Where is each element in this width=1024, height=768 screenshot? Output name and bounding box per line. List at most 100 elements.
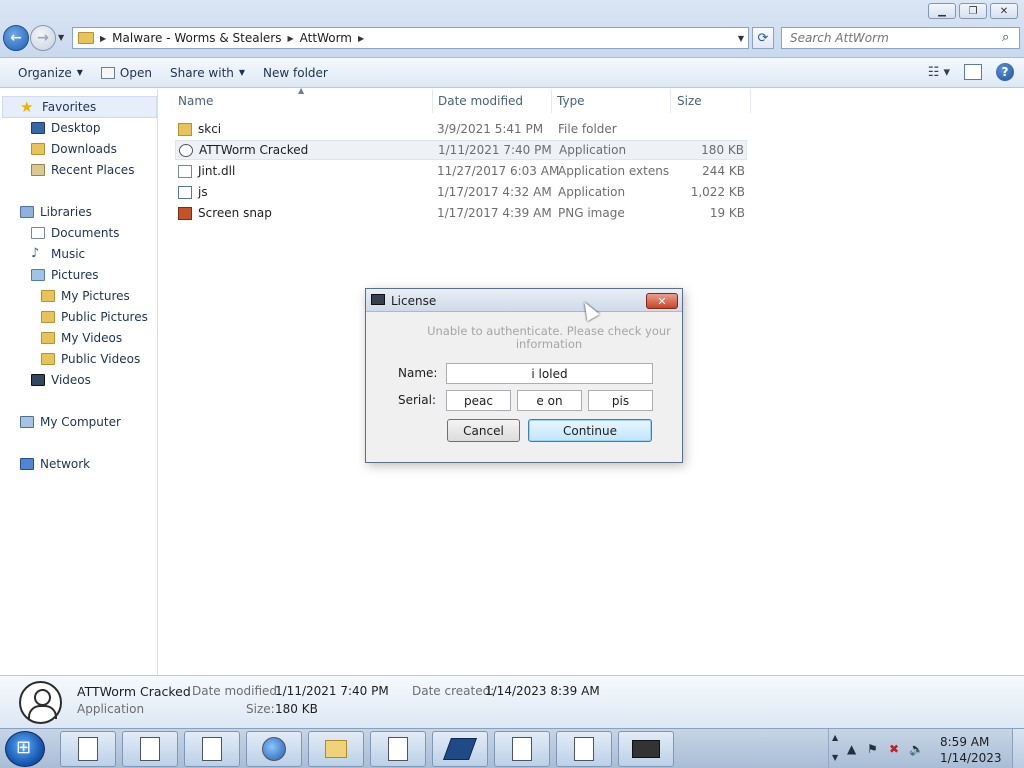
nav-desktop[interactable]: Desktop — [31, 118, 101, 138]
name-label: Name: — [398, 366, 438, 380]
png-icon — [178, 206, 192, 220]
taskbar-app-2[interactable] — [122, 731, 178, 767]
new-folder-button[interactable]: New folder — [263, 66, 328, 80]
show-desktop-button[interactable] — [1012, 729, 1024, 768]
file-date: 1/11/2021 7:40 PM — [438, 143, 552, 157]
breadcrumb-arrow-icon[interactable]: ▶ — [358, 34, 364, 43]
search-icon[interactable]: ⌕ — [1002, 30, 1009, 45]
file-row-screen-snap[interactable]: Screen snap 1/17/2017 4:39 AM PNG image … — [175, 203, 747, 223]
close-button[interactable]: ✕ — [990, 3, 1018, 19]
column-type-label: Type — [557, 94, 585, 108]
dialog-title-bar[interactable]: License ✕ — [366, 289, 682, 312]
nav-label: Public Videos — [61, 352, 141, 366]
nav-network[interactable]: Network — [20, 454, 90, 474]
back-button[interactable]: ← — [3, 25, 29, 51]
file-name: Jint.dll — [198, 164, 236, 178]
breadcrumb-attworm[interactable]: AttWorm — [300, 31, 352, 45]
address-bar[interactable]: ▶ Malware - Worms & Stealers ▶ AttWorm ▶… — [72, 27, 749, 49]
preview-pane-icon[interactable] — [964, 64, 982, 80]
nav-downloads[interactable]: Downloads — [31, 139, 117, 159]
nav-label: My Videos — [61, 331, 123, 345]
search-input[interactable] — [781, 27, 1020, 49]
license-dialog: License ✕ Unable to authenticate. Please… — [365, 288, 683, 463]
nav-libraries[interactable]: Libraries — [20, 202, 92, 222]
dialog-close-button[interactable]: ✕ — [646, 293, 678, 309]
column-header-type[interactable]: Type — [552, 89, 671, 113]
nav-label: My Computer — [40, 415, 121, 429]
serial-input-2[interactable] — [517, 390, 582, 411]
desktop-icon — [31, 122, 45, 134]
change-view-icon[interactable]: ☷ ▾ — [928, 65, 950, 80]
downloads-icon — [31, 143, 45, 155]
taskbar-app-4[interactable] — [370, 731, 426, 767]
taskbar-app-7[interactable] — [556, 731, 612, 767]
taskbar-app-6[interactable] — [494, 731, 550, 767]
app-window-icon — [574, 737, 594, 761]
nav-public-pictures[interactable]: Public Pictures — [41, 307, 148, 327]
continue-button[interactable]: Continue — [528, 419, 652, 442]
name-input[interactable] — [446, 363, 653, 384]
serial-input-3[interactable] — [588, 390, 653, 411]
file-size: 19 KB — [709, 206, 745, 220]
nav-public-videos[interactable]: Public Videos — [41, 349, 140, 369]
nav-my-videos[interactable]: My Videos — [41, 328, 122, 348]
file-row-js[interactable]: js 1/17/2017 4:32 AM Application 1,022 K… — [175, 182, 747, 202]
recent-places-icon — [31, 164, 45, 176]
details-size-label: Size: — [246, 702, 275, 716]
nav-my-computer[interactable]: My Computer — [20, 412, 121, 432]
recent-pages-dropdown-icon[interactable]: ▼ — [58, 33, 64, 42]
taskbar-app-8[interactable] — [618, 731, 674, 767]
taskbar-app-5[interactable] — [432, 731, 488, 767]
address-history-dropdown-icon[interactable]: ▼ — [738, 34, 744, 43]
forward-button[interactable]: → — [30, 25, 56, 51]
details-date-modified: 1/11/2021 7:40 PM — [275, 684, 389, 698]
app-window-icon — [202, 737, 222, 761]
file-name: js — [198, 185, 208, 199]
breadcrumb-arrow-icon[interactable]: ▶ — [288, 34, 294, 43]
open-button[interactable]: Open — [100, 66, 152, 80]
taskbar-browser[interactable] — [246, 731, 302, 767]
nav-videos[interactable]: Videos — [31, 370, 91, 390]
show-hidden-icons-icon[interactable]: ▲ — [847, 742, 856, 756]
command-bar: Organize ▼ Open Share with ▼ New folder … — [0, 58, 1024, 88]
nav-my-pictures[interactable]: My Pictures — [41, 286, 130, 306]
breadcrumb-arrow-icon[interactable]: ▶ — [100, 34, 106, 43]
nav-label: Libraries — [40, 205, 92, 219]
file-row-attworm-cracked[interactable]: ATTWorm Cracked 1/11/2021 7:40 PM Applic… — [175, 140, 747, 160]
help-icon[interactable]: ? — [996, 63, 1014, 81]
taskbar-explorer[interactable] — [308, 731, 364, 767]
refresh-button[interactable]: ⟳ — [752, 27, 774, 49]
file-row-skci[interactable]: skci 3/9/2021 5:41 PM File folder — [175, 119, 747, 139]
app-icon — [19, 681, 62, 724]
column-date-label: Date modified — [438, 94, 524, 108]
nav-documents[interactable]: Documents — [31, 223, 119, 243]
network-disconnected-icon[interactable]: ✖ — [889, 742, 899, 756]
nav-music[interactable]: ♪ Music — [31, 244, 85, 264]
organize-button[interactable]: Organize ▼ — [18, 66, 83, 80]
breadcrumb-malware[interactable]: Malware - Worms & Stealers — [112, 31, 281, 45]
column-header-size[interactable]: Size — [672, 89, 751, 113]
nav-favorites[interactable]: ★ Favorites — [20, 97, 96, 117]
new-folder-label: New folder — [263, 65, 328, 80]
chevron-down-icon: ▼ — [238, 68, 246, 77]
file-date: 3/9/2021 5:41 PM — [437, 122, 544, 136]
cancel-button[interactable]: Cancel — [447, 419, 520, 442]
minimize-button[interactable]: ▁ — [928, 3, 956, 19]
restore-button[interactable]: ❐ — [959, 3, 987, 19]
taskbar-app-1[interactable] — [60, 731, 116, 767]
nav-pictures[interactable]: Pictures — [31, 265, 99, 285]
taskbar-scroll-icon[interactable]: ▲ ▼ — [832, 733, 838, 763]
clock-time[interactable]: 8:59 AM — [940, 735, 989, 749]
nav-recent-places[interactable]: Recent Places — [31, 160, 134, 180]
column-header-date-modified[interactable]: Date modified — [433, 89, 552, 113]
volume-icon[interactable]: 🔈 — [909, 742, 924, 756]
share-with-button[interactable]: Share with ▼ — [170, 66, 245, 80]
file-row-jint-dll[interactable]: Jint.dll 11/27/2017 6:03 AM Application … — [175, 161, 747, 181]
action-center-icon[interactable]: ⚑ — [867, 742, 878, 756]
taskbar-app-3[interactable] — [184, 731, 240, 767]
start-button[interactable] — [5, 731, 45, 767]
serial-input-1[interactable] — [446, 390, 511, 411]
dialog-error-message: Unable to authenticate. Please check you… — [427, 324, 671, 351]
file-type: Application — [559, 143, 627, 157]
clock-date[interactable]: 1/14/2023 — [940, 751, 1002, 765]
